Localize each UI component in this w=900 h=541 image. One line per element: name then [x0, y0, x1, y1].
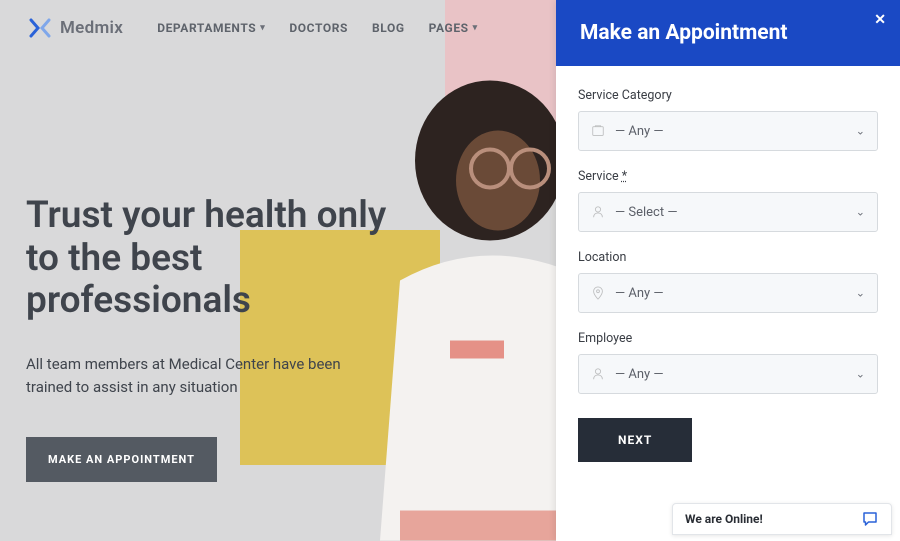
nav-label: DEPARTAMENTS [157, 21, 256, 35]
nav-label: PAGES [429, 21, 469, 35]
chevron-down-icon: ⌄ [856, 368, 865, 381]
logo-icon [28, 16, 52, 40]
make-appointment-button[interactable]: MAKE AN APPOINTMENT [26, 437, 217, 482]
hero-subhead: All team members at Medical Center have … [26, 353, 356, 400]
service-category-select[interactable]: — Any — ⌄ [578, 111, 878, 151]
panel-header: Make an Appointment [556, 0, 900, 66]
chevron-down-icon: ⌄ [856, 206, 865, 219]
chevron-down-icon: ▾ [260, 23, 265, 33]
select-value: — Any — [615, 286, 664, 301]
select-value: — Any — [615, 367, 664, 382]
service-select[interactable]: — Select — ⌄ [578, 192, 878, 232]
required-mark: * [622, 169, 627, 184]
field-location: Location — Any — ⌄ [578, 250, 878, 313]
appointment-panel: Make an Appointment ✕ Service Category —… [556, 0, 900, 541]
location-pin-icon [591, 286, 605, 300]
person-icon [591, 205, 605, 219]
chevron-down-icon: ▾ [473, 23, 478, 33]
nav-item-pages[interactable]: PAGES ▾ [429, 21, 478, 35]
close-icon[interactable]: ✕ [874, 12, 886, 28]
field-service-category: Service Category — Any — ⌄ [578, 88, 878, 151]
hero-copy: Trust your health only to the best profe… [26, 195, 406, 482]
person-icon [591, 367, 605, 381]
nav-item-departments[interactable]: DEPARTAMENTS ▾ [157, 21, 265, 35]
nav-label: DOCTORS [289, 21, 348, 35]
panel-body: Service Category — Any — ⌄ Service * — S… [556, 66, 900, 484]
nav-items: DEPARTAMENTS ▾ DOCTORS BLOG PAGES ▾ [157, 21, 478, 35]
next-button[interactable]: NEXT [578, 418, 692, 462]
chat-status: We are Online! [685, 512, 763, 526]
field-employee: Employee — Any — ⌄ [578, 331, 878, 394]
category-icon [591, 124, 605, 138]
brand-logo[interactable]: Medmix [28, 16, 123, 40]
location-select[interactable]: — Any — ⌄ [578, 273, 878, 313]
employee-select[interactable]: — Any — ⌄ [578, 354, 878, 394]
field-label: Service * [578, 169, 878, 184]
brand-name: Medmix [60, 18, 123, 38]
chevron-down-icon: ⌄ [856, 287, 865, 300]
field-label: Location [578, 250, 878, 265]
select-value: — Any — [615, 124, 664, 139]
top-nav: Medmix DEPARTAMENTS ▾ DOCTORS BLOG PAGES… [0, 0, 560, 56]
field-label: Service Category [578, 88, 878, 103]
panel-title: Make an Appointment [580, 21, 788, 45]
chat-widget[interactable]: We are Online! [672, 503, 892, 535]
nav-label: BLOG [372, 21, 405, 35]
field-label: Employee [578, 331, 878, 346]
chevron-down-icon: ⌄ [856, 125, 865, 138]
label-text: Service [578, 169, 619, 184]
nav-item-doctors[interactable]: DOCTORS [289, 21, 348, 35]
field-service: Service * — Select — ⌄ [578, 169, 878, 232]
hero-headline: Trust your health only to the best profe… [26, 195, 406, 323]
select-value: — Select — [615, 205, 677, 220]
chat-bubble-icon [861, 510, 879, 528]
nav-item-blog[interactable]: BLOG [372, 21, 405, 35]
